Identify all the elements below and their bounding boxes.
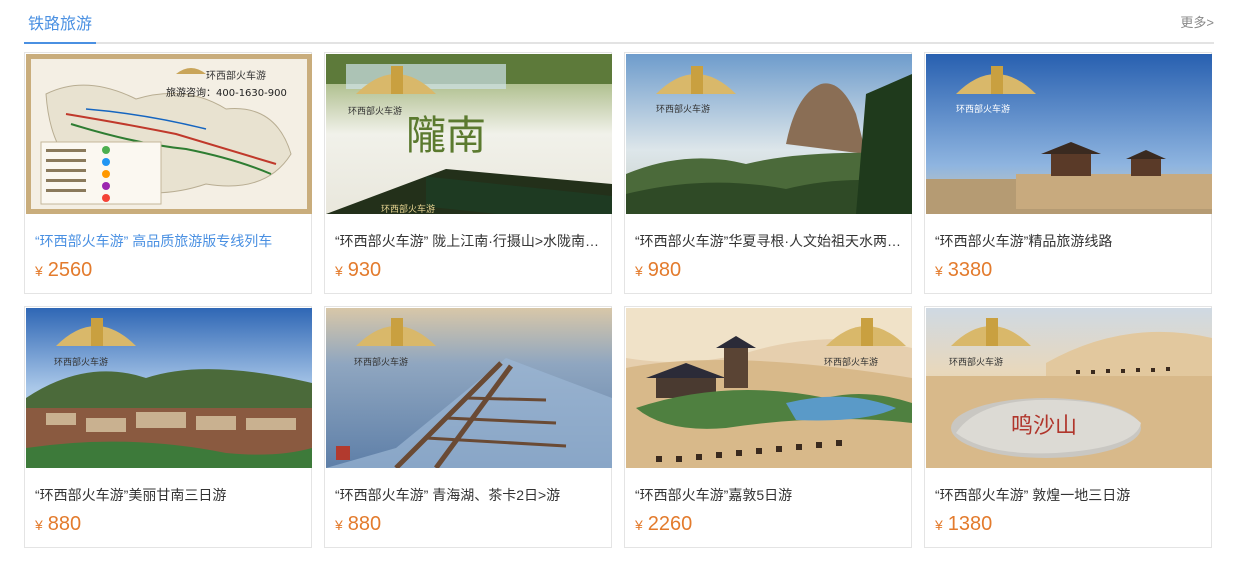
tour-card[interactable]: 环西部火车游 “环西部火车游” 青海湖、茶卡2日>游 ¥880 [324,306,612,548]
logo-text: 环西部火车游 [956,103,1010,115]
tour-price: ¥880 [35,513,82,535]
tour-card[interactable]: 环西部火车游 “环西部火车游”精品旅游线路 ¥3380 [924,52,1212,294]
tour-image: 鸣沙山 环西部火车游 [926,308,1212,468]
overlay-title: 隴南 [406,113,486,159]
section-title: 铁路旅游 [28,16,93,33]
tour-card[interactable]: 环西部火车游 “环西部火车游”华夏寻根·人文始祖天水两… ¥980 [624,52,912,294]
tour-title[interactable]: “环西部火车游” 敦煌一地三日游 [935,485,1201,505]
tour-image: 环西部火车游 [626,54,912,214]
tour-card[interactable]: 环西部火车游 旅游咨询：400-1630-900 “环西部火车游” 高品质旅游版… [24,52,312,294]
tour-price: ¥1380 [935,513,993,535]
logo-text: 环西部火车游 [824,356,878,368]
map-logo-text: 环西部火车游 [206,69,266,82]
map-hotline: 旅游咨询：400-1630-900 [166,86,287,99]
title-underline [24,42,96,44]
tour-price: ¥2560 [35,259,93,281]
logo-text: 环西部火车游 [656,103,710,115]
tour-title[interactable]: “环西部火车游”嘉敦5日游 [635,485,901,505]
logo-text: 环西部火车游 [54,356,108,368]
tour-price: ¥980 [635,259,682,281]
tour-title[interactable]: “环西部火车游”华夏寻根·人文始祖天水两… [635,231,901,251]
tour-card[interactable]: 环西部火车游 “环西部火车游”嘉敦5日游 ¥2260 [624,306,912,548]
tour-price: ¥880 [335,513,382,535]
tour-image: 环西部火车游 [26,308,312,468]
more-link[interactable]: 更多> [1180,12,1214,31]
tour-card[interactable]: 环西部火车游 “环西部火车游”美丽甘南三日游 ¥880 [24,306,312,548]
tour-image: 环西部火车游 [626,308,912,468]
logo-text: 环西部火车游 [949,356,1003,368]
tour-title[interactable]: “环西部火车游”精品旅游线路 [935,231,1201,251]
logo-text: 环西部火车游 [348,105,402,117]
tour-title[interactable]: “环西部火车游”美丽甘南三日游 [35,485,301,505]
tour-image: 环西部火车游 [926,54,1212,214]
rock-inscription: 鸣沙山 [1011,414,1077,439]
tour-title[interactable]: “环西部火车游” 陇上江南·行摄山>水陇南… [335,231,601,251]
tour-price: ¥3380 [935,259,993,281]
logo-text: 环西部火车游 [381,203,435,214]
logo-text: 环西部火车游 [354,356,408,368]
tour-image: 环西部火车游 旅游咨询：400-1630-900 [26,54,312,214]
tour-price: ¥2260 [635,513,693,535]
tour-card[interactable]: 隴南 环西部火车游 环西部火车游 “环西部火车游” 陇上江南·行摄山>水陇南… … [324,52,612,294]
tour-title[interactable]: “环西部火车游” 高品质旅游版专线列车 [35,231,301,251]
tour-image: 隴南 环西部火车游 环西部火车游 [326,54,612,214]
tour-price: ¥930 [335,259,382,281]
section-header: 铁路旅游 更多> [24,0,1214,44]
tour-card[interactable]: 鸣沙山 环西部火车游 “环西部火车游” 敦煌一地三日游 ¥1380 [924,306,1212,548]
tour-title[interactable]: “环西部火车游” 青海湖、茶卡2日>游 [335,485,601,505]
tour-image: 环西部火车游 [326,308,612,468]
